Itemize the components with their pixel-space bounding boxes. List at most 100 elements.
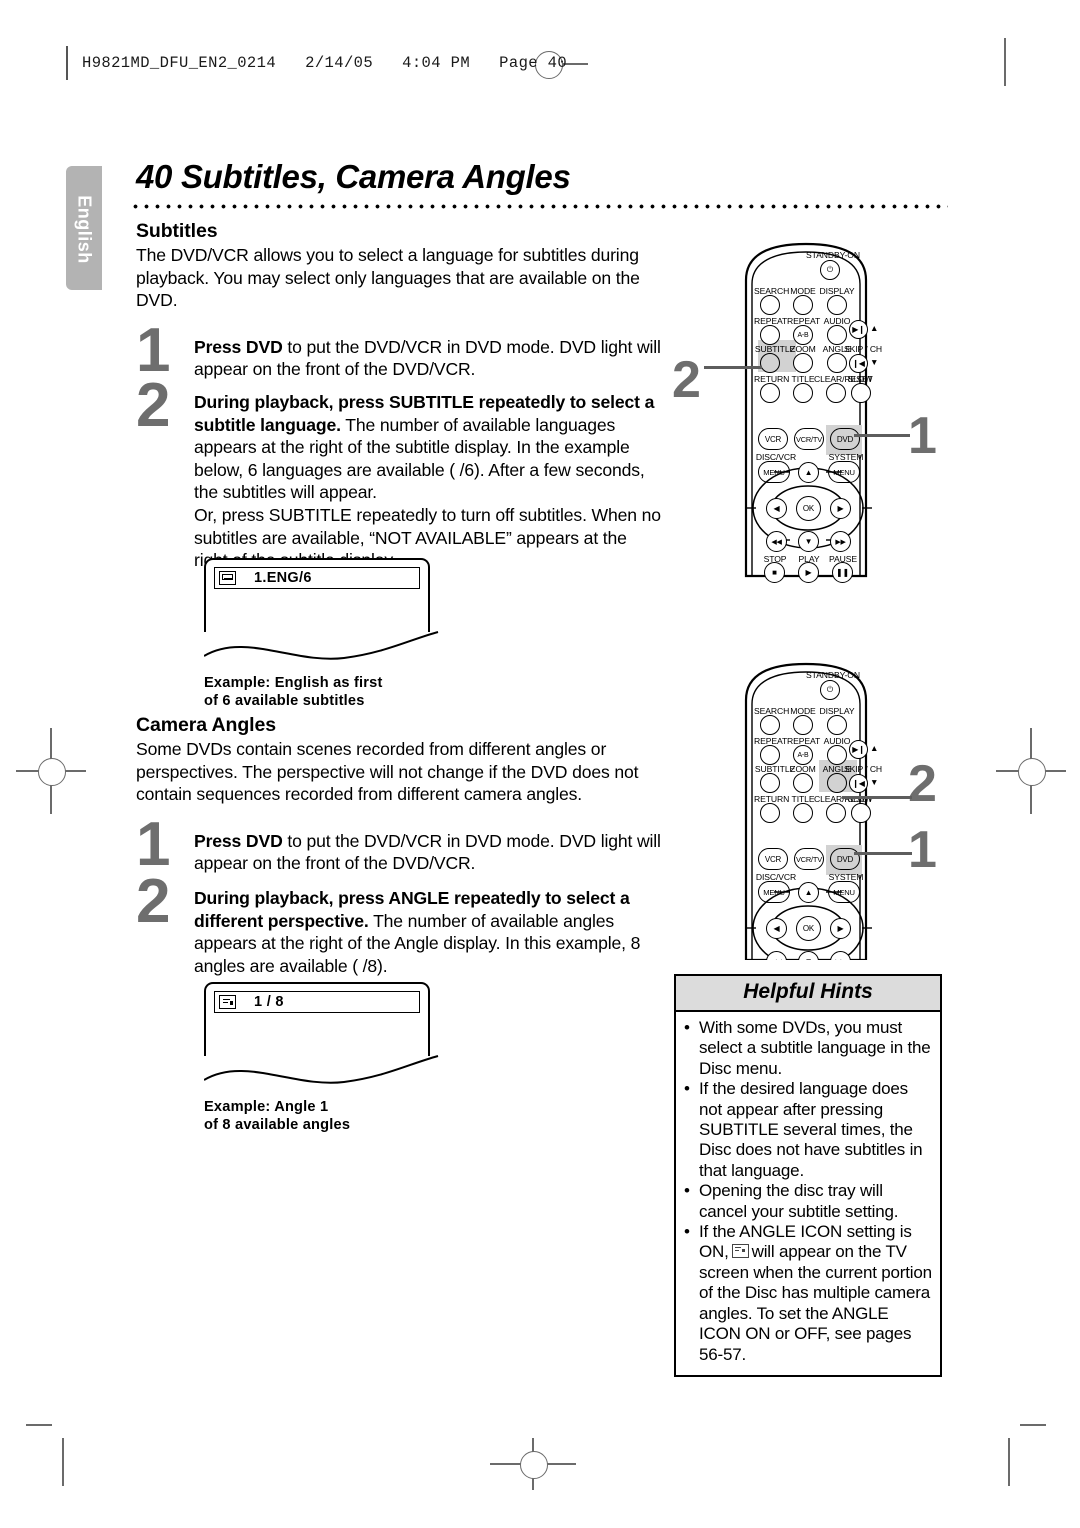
- mode-button[interactable]: [793, 715, 813, 735]
- system-menu-button[interactable]: MENU: [828, 881, 860, 903]
- mode-button[interactable]: [793, 295, 813, 315]
- vcr-button[interactable]: VCR: [758, 428, 788, 450]
- subtitle-osd-example: 1.ENG/6 Example: English as first of 6 a…: [204, 558, 444, 710]
- standby-on-label: STANDBY-ON: [806, 670, 860, 680]
- vcr-tv-button[interactable]: VCR/TV: [794, 428, 824, 450]
- repeat-button[interactable]: [760, 745, 780, 765]
- trim-mark-top-right: [1004, 38, 1006, 86]
- angle-osd-example: 1 / 8 Example: Angle 1 of 8 available an…: [204, 982, 444, 1134]
- search-button[interactable]: [760, 295, 780, 315]
- standby-on-button[interactable]: ⏻: [820, 260, 840, 280]
- stop-button[interactable]: ■: [764, 562, 785, 583]
- zoom-button[interactable]: [793, 353, 813, 373]
- angle-icon: [731, 1244, 749, 1259]
- channel-down-icon: ▼: [870, 357, 879, 367]
- osd-caption-line1: Example: English as first: [204, 675, 383, 691]
- clear-reset-button[interactable]: [826, 803, 846, 823]
- left-button[interactable]: ◀: [766, 918, 787, 939]
- return-button[interactable]: [760, 383, 780, 403]
- osd-bar: 1.ENG/6: [214, 567, 420, 589]
- subtitle-button[interactable]: [760, 353, 780, 373]
- bullet-icon: •: [684, 1181, 690, 1201]
- repeat-button[interactable]: [760, 325, 780, 345]
- camera-angles-intro: Some DVDs contain scenes recorded from d…: [136, 739, 639, 805]
- vcr-tv-button[interactable]: VCR/TV: [794, 848, 824, 870]
- ab-text: A-B: [797, 751, 809, 759]
- skip-back-button[interactable]: ❙◀: [849, 354, 868, 373]
- standby-on-button[interactable]: ⏻: [820, 680, 840, 700]
- registration-mark-bottom: [490, 1438, 576, 1490]
- up-button[interactable]: ▲: [798, 462, 819, 483]
- display-button[interactable]: [827, 295, 847, 315]
- osd-value: 1 / 8: [254, 994, 284, 1010]
- ok-text: OK: [802, 504, 815, 513]
- dvd-button[interactable]: DVD: [830, 428, 860, 450]
- subtitles-step-2: 2 During playback, press SUBTITLE repeat…: [136, 374, 664, 572]
- hint-text: Opening the disc tray will cancel your s…: [699, 1181, 899, 1221]
- vcr-button[interactable]: VCR: [758, 848, 788, 870]
- rewind-button[interactable]: ◀◀: [766, 531, 787, 552]
- audio-button[interactable]: [827, 745, 847, 765]
- ok-button[interactable]: OK: [796, 916, 821, 941]
- search-button[interactable]: [760, 715, 780, 735]
- left-button[interactable]: ◀: [766, 498, 787, 519]
- remote-control-diagram-1: STANDBY-ON ⏻ SEARCH MODE DISPLAY REPEAT …: [716, 240, 896, 583]
- system-menu-button[interactable]: MENU: [828, 461, 860, 483]
- skip-forward-button[interactable]: ▶❙: [849, 740, 868, 759]
- page-canvas: H9821MD_DFU_EN2_0214 2/14/05 4:04 PM Pag…: [0, 0, 1080, 1528]
- subtitle-icon: [219, 571, 236, 585]
- fast-forward-button[interactable]: ▶▶: [830, 531, 851, 552]
- right-button[interactable]: ▶: [830, 918, 851, 939]
- title-button[interactable]: [793, 383, 813, 403]
- slug-rule: [66, 46, 68, 80]
- callout-leader-dvd-2: [854, 852, 912, 855]
- disc-vcr-menu-button[interactable]: MENU: [758, 881, 790, 903]
- ok-text: OK: [802, 924, 815, 933]
- skip-forward-button[interactable]: ▶❙: [849, 320, 868, 339]
- skip-back-button[interactable]: ❙◀: [849, 774, 868, 793]
- slow-button[interactable]: [851, 803, 871, 823]
- hint-text: With some DVDs, you must select a subtit…: [699, 1018, 931, 1078]
- return-button[interactable]: [760, 803, 780, 823]
- callout-dvd-remote2: 1: [908, 821, 937, 879]
- callout-leader-angle-2: [842, 796, 912, 799]
- page-title: 40 Subtitles, Camera Angles: [136, 158, 571, 195]
- print-slug: H9821MD_DFU_EN2_0214 2/14/05 4:04 PM Pag…: [66, 46, 567, 80]
- subtitle-button[interactable]: [760, 773, 780, 793]
- bullet-icon: •: [684, 1079, 690, 1099]
- display-button[interactable]: [827, 715, 847, 735]
- disc-vcr-menu-button[interactable]: MENU: [758, 461, 790, 483]
- torn-edge: [204, 1055, 439, 1084]
- repeat-ab-button[interactable]: A-B: [793, 325, 813, 345]
- zoom-button[interactable]: [793, 773, 813, 793]
- title-button[interactable]: [793, 803, 813, 823]
- menu-text: MENU: [833, 467, 855, 477]
- play-button[interactable]: ▶: [798, 562, 819, 583]
- angle-button[interactable]: [827, 773, 847, 793]
- callout-leader-subtitle-1: [704, 366, 762, 369]
- slow-button[interactable]: [851, 383, 871, 403]
- right-button[interactable]: ▶: [830, 498, 851, 519]
- up-button[interactable]: ▲: [798, 882, 819, 903]
- osd-caption-line2: of 8 available angles: [204, 1117, 351, 1133]
- torn-edge: [204, 631, 439, 660]
- pause-button[interactable]: ❚❚: [832, 562, 853, 583]
- helpful-hints-box: Helpful Hints • With some DVDs, you must…: [674, 974, 942, 1377]
- language-tab: English: [66, 166, 102, 290]
- audio-button[interactable]: [827, 325, 847, 345]
- slug-text: H9821MD_DFU_EN2_0214 2/14/05 4:04 PM Pag…: [82, 54, 568, 72]
- down-button[interactable]: ▼: [798, 531, 819, 552]
- angle-button[interactable]: [827, 353, 847, 373]
- content-column: Subtitles The DVD/VCR allows you to sele…: [136, 220, 664, 572]
- camera-angles-step-1: 1 Press DVD to put the DVD/VCR in DVD mo…: [136, 813, 670, 875]
- osd-caption-line1: Example: Angle 1: [204, 1099, 329, 1115]
- hint-item: • With some DVDs, you must select a subt…: [684, 1018, 932, 1079]
- remote-control-diagram-2: STANDBY-ON ⏻ SEARCH MODE DISPLAY REPEAT …: [716, 660, 896, 960]
- title-divider: [130, 203, 948, 210]
- menu-text: MENU: [763, 467, 785, 477]
- channel-down-icon: ▼: [870, 777, 879, 787]
- repeat-ab-button[interactable]: A-B: [793, 745, 813, 765]
- clear-reset-button[interactable]: [826, 383, 846, 403]
- hint-text-part-b: will appear on the TV screen when the cu…: [699, 1242, 932, 1364]
- ok-button[interactable]: OK: [796, 496, 821, 521]
